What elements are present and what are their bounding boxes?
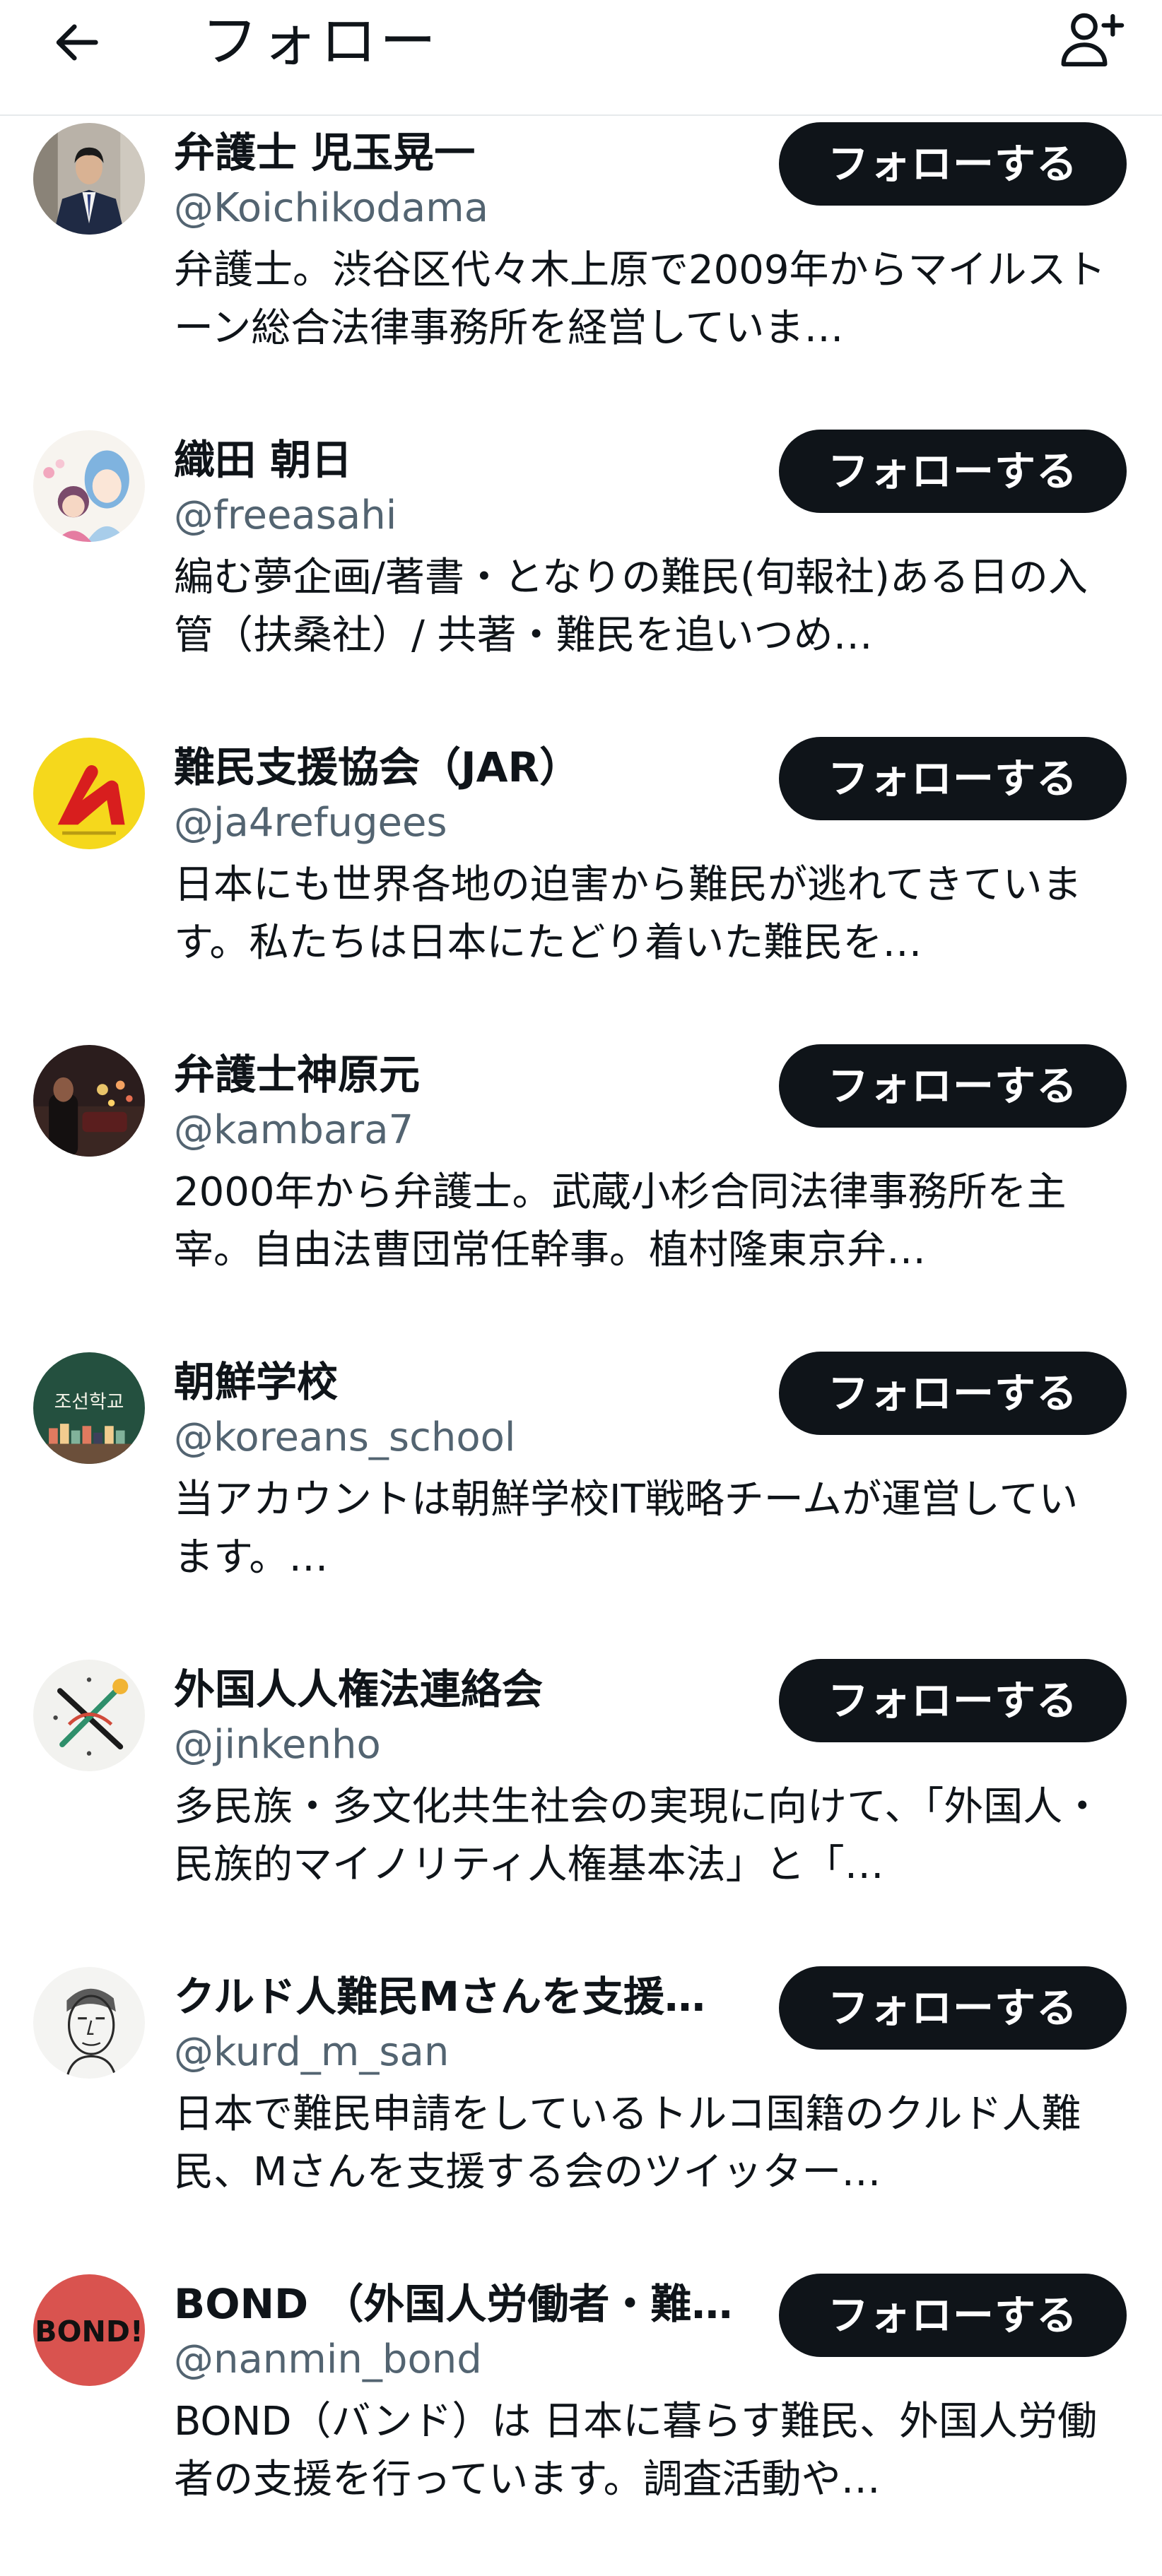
account-bio: 日本にも世界各地の迫害から難民が逃れてきています。私たちは日本にたどり着いた難民… (174, 862, 1082, 966)
account-handle: @freeasahi (174, 492, 397, 538)
account-handle: @kambara7 (174, 1107, 414, 1153)
follow-button[interactable]: フォローする (779, 122, 1127, 206)
list-item[interactable]: 織田 朝日 @freeasahi フォローする 編む夢企画/著書・となりの難民(… (0, 425, 1162, 732)
follow-button[interactable]: フォローする (779, 430, 1127, 513)
list-item[interactable]: 조선학교 朝鮮学校 @koreans_school フォローする 当アカウントは… (0, 1347, 1162, 1654)
page-title: フォロー (201, 8, 439, 74)
arrow-left-icon (56, 24, 98, 61)
account-name[interactable]: 織田 朝日 (174, 435, 753, 485)
illustration-avatar[interactable] (33, 430, 145, 542)
man-in-suit-avatar[interactable] (33, 123, 145, 235)
sketch-face-avatar[interactable] (33, 1967, 145, 2079)
account-name[interactable]: クルド人難民Mさんを支援… (174, 1971, 753, 2022)
account-handle: @ja4refugees (174, 800, 447, 846)
account-handle: @nanmin_bond (174, 2336, 482, 2382)
back-button[interactable] (42, 7, 113, 78)
list-item[interactable]: 弁護士 児玉晃一 @Koichikodama フォローする 弁護士。渋谷区代々木… (0, 117, 1162, 425)
list-item[interactable]: BOND! BOND （外国人労働者・難… @nanmin_bond フォローす… (0, 2269, 1162, 2576)
bond-logo-text: BOND! (35, 2315, 143, 2348)
chalkboard-text: 조선학교 (54, 1391, 124, 1413)
compass-logo-avatar[interactable] (33, 1660, 145, 1771)
follow-button[interactable]: フォローする (779, 737, 1127, 820)
account-handle: @jinkenho (174, 1722, 381, 1768)
account-name[interactable]: 朝鮮学校 (174, 1357, 753, 1407)
list-item[interactable]: 弁護士神原元 @kambara7 フォローする 2000年から弁護士。武蔵小杉合… (0, 1039, 1162, 1347)
following-list: 弁護士 児玉晃一 @Koichikodama フォローする 弁護士。渋谷区代々木… (0, 117, 1162, 2576)
follow-button[interactable]: フォローする (779, 1352, 1127, 1435)
jar-logo-avatar[interactable] (33, 738, 145, 849)
chalkboard-avatar[interactable]: 조선학교 (33, 1352, 145, 1464)
bond-logo-avatar[interactable]: BOND! (33, 2274, 145, 2386)
account-bio: 当アカウントは朝鮮学校IT戦略チームが運営しています。… (174, 1477, 1079, 1581)
follow-button[interactable]: フォローする (779, 1966, 1127, 2050)
account-bio: 編む夢企画/著書・となりの難民(旬報社)ある日の入管（扶桑社）/ 共著・難民を追… (174, 555, 1088, 658)
account-name[interactable]: 難民支援協会（JAR） (174, 742, 753, 793)
account-name[interactable]: 外国人人権法連絡会 (174, 1664, 753, 1715)
account-handle: @Koichikodama (174, 185, 489, 231)
account-name[interactable]: 弁護士 児玉晃一 (174, 127, 753, 178)
list-item[interactable]: 難民支援協会（JAR） @ja4refugees フォローする 日本にも世界各地… (0, 732, 1162, 1039)
account-handle: @kurd_m_san (174, 2029, 450, 2075)
account-bio: 弁護士。渋谷区代々木上原で2009年からマイルストーン総合法律事務所を経営してい… (174, 247, 1106, 351)
top-app-bar: フォロー (0, 0, 1162, 116)
night-street-avatar[interactable] (33, 1045, 145, 1157)
account-bio: 多民族・多文化共生社会の実現に向けて、「外国人・民族的マイノリティ人権基本法」と… (174, 1784, 1103, 1888)
account-handle: @koreans_school (174, 1414, 516, 1460)
add-user-button[interactable] (1053, 4, 1131, 75)
follow-button[interactable]: フォローする (779, 1659, 1127, 1742)
follow-button[interactable]: フォローする (779, 2274, 1127, 2357)
account-bio: 2000年から弁護士。武蔵小杉合同法律事務所を主宰。自由法曹団常任幹事。植村隆東… (174, 1169, 1067, 1273)
list-item[interactable]: 外国人人権法連絡会 @jinkenho フォローする 多民族・多文化共生社会の実… (0, 1654, 1162, 1961)
account-bio: BOND（バンド）は 日本に暮らす難民、外国人労働者の支援を行っています。調査活… (174, 2399, 1098, 2503)
person-plus-icon (1061, 13, 1125, 66)
account-name[interactable]: 弁護士神原元 (174, 1049, 753, 1100)
account-bio: 日本で難民申請をしているトルコ国籍のクルド人難民、Mさんを支援する会のツイッター… (174, 2091, 1081, 2195)
account-name[interactable]: BOND （外国人労働者・難… (174, 2279, 753, 2329)
list-item[interactable]: クルド人難民Mさんを支援… @kurd_m_san フォローする 日本で難民申請… (0, 1961, 1162, 2269)
follow-button[interactable]: フォローする (779, 1044, 1127, 1128)
